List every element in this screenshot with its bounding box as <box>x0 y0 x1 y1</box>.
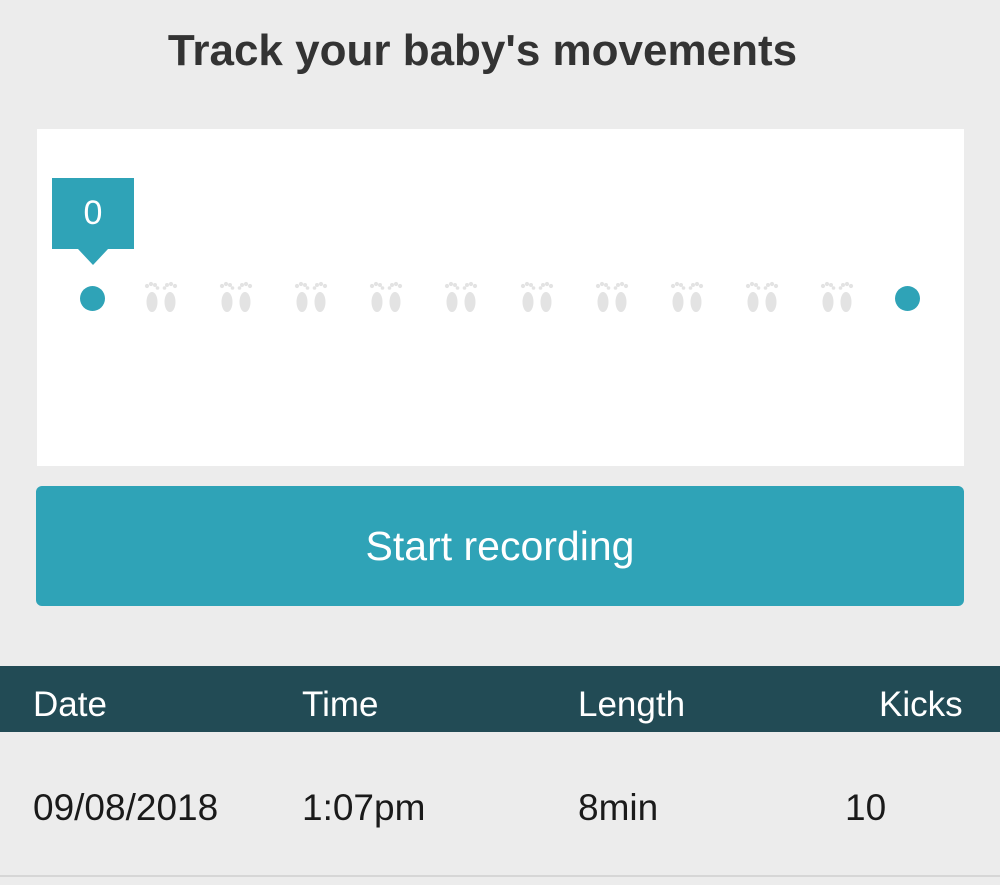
progress-end-dot <box>895 286 920 311</box>
cell-length: 8min <box>578 787 659 828</box>
history-table-header: Date Time Length Kicks <box>0 666 1000 732</box>
baby-feet-icon <box>667 277 707 319</box>
row-divider <box>0 875 1000 877</box>
baby-feet-icon <box>366 277 406 319</box>
start-recording-button[interactable]: Start recording <box>36 486 964 606</box>
cell-time: 1:07pm <box>302 787 426 828</box>
baby-feet-icon <box>817 277 857 319</box>
baby-feet-icon <box>517 277 557 319</box>
progress-start-dot <box>80 286 105 311</box>
column-header-length: Length <box>578 685 686 724</box>
kick-counter-screen: Track your baby's movements 0 Start reco… <box>0 0 1000 885</box>
column-header-time: Time <box>302 685 379 724</box>
kick-tracker-card: 0 <box>37 129 964 466</box>
kick-count-badge: 0 <box>52 178 134 249</box>
baby-feet-icon <box>742 277 782 319</box>
column-header-date: Date <box>33 685 107 724</box>
column-header-kicks: Kicks <box>879 685 963 724</box>
badge-pointer <box>78 249 108 265</box>
baby-feet-icon <box>592 277 632 319</box>
table-row[interactable]: 09/08/2018 1:07pm 8min 10 <box>0 732 1000 877</box>
baby-feet-icon <box>441 277 481 319</box>
page-title: Track your baby's movements <box>167 26 798 75</box>
baby-feet-icon <box>141 277 181 319</box>
baby-feet-icon <box>291 277 331 319</box>
cell-date: 09/08/2018 <box>33 787 219 828</box>
baby-feet-icon <box>216 277 256 319</box>
cell-kicks: 10 <box>845 787 887 828</box>
